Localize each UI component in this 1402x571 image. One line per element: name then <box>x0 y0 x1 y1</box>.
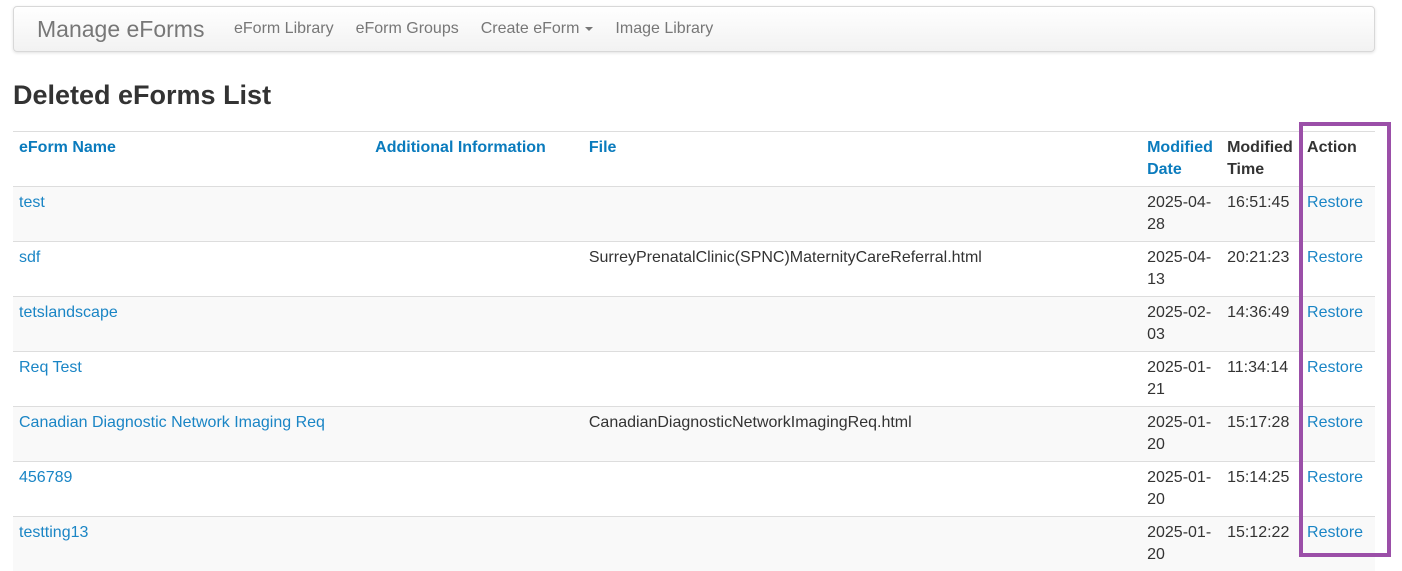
restore-link[interactable]: Restore <box>1307 194 1363 211</box>
file-cell <box>583 297 1141 352</box>
table-row: 456789 2025-01-20 15:14:25 Restore <box>13 462 1375 517</box>
additional-info-cell <box>369 517 583 571</box>
modified-date-cell: 2025-01-21 <box>1141 352 1221 407</box>
additional-info-cell <box>369 462 583 517</box>
modified-time-cell: 11:34:14 <box>1221 352 1301 407</box>
nav-image-library[interactable]: Image Library <box>604 20 724 38</box>
modified-date-cell: 2025-02-03 <box>1141 297 1221 352</box>
nav-eform-library[interactable]: eForm Library <box>223 20 345 38</box>
file-cell: CanadianDiagnosticNetworkImagingReq.html <box>583 407 1141 462</box>
restore-link[interactable]: Restore <box>1307 414 1363 431</box>
eform-name-link[interactable]: 456789 <box>19 469 72 486</box>
modified-time-cell: 15:17:28 <box>1221 407 1301 462</box>
additional-info-cell <box>369 187 583 242</box>
restore-link[interactable]: Restore <box>1307 304 1363 321</box>
page-title: Deleted eForms List <box>13 80 271 111</box>
additional-info-cell <box>369 352 583 407</box>
additional-info-cell <box>369 242 583 297</box>
deleted-eforms-table: eForm Name Additional Information File M… <box>13 131 1375 571</box>
nav-eform-groups[interactable]: eForm Groups <box>345 20 470 38</box>
file-cell <box>583 462 1141 517</box>
sort-eform-name-header[interactable]: eForm Name <box>13 132 369 187</box>
restore-link[interactable]: Restore <box>1307 524 1363 541</box>
nav-create-eform-label: Create eForm <box>481 20 580 38</box>
modified-date-cell: 2025-01-20 <box>1141 517 1221 571</box>
sort-additional-info-header[interactable]: Additional Information <box>369 132 583 187</box>
additional-info-cell <box>369 407 583 462</box>
modified-time-cell: 20:21:23 <box>1221 242 1301 297</box>
table-row: Canadian Diagnostic Network Imaging Req … <box>13 407 1375 462</box>
action-header: Action <box>1301 132 1375 187</box>
navbar-brand[interactable]: Manage eForms <box>37 16 204 43</box>
modified-date-cell: 2025-01-20 <box>1141 407 1221 462</box>
modified-time-cell: 14:36:49 <box>1221 297 1301 352</box>
restore-link[interactable]: Restore <box>1307 249 1363 266</box>
modified-date-cell: 2025-04-13 <box>1141 242 1221 297</box>
table-row: tetslandscape 2025-02-03 14:36:49 Restor… <box>13 297 1375 352</box>
sort-modified-date-header[interactable]: ModifiedDate <box>1141 132 1221 187</box>
sort-file-header[interactable]: File <box>583 132 1141 187</box>
modified-time-header: ModifiedTime <box>1221 132 1301 187</box>
table-row: Req Test 2025-01-21 11:34:14 Restore <box>13 352 1375 407</box>
modified-date-cell: 2025-04-28 <box>1141 187 1221 242</box>
modified-time-cell: 15:12:22 <box>1221 517 1301 571</box>
eform-name-link[interactable]: Canadian Diagnostic Network Imaging Req <box>19 414 325 431</box>
table-header-row: eForm Name Additional Information File M… <box>13 132 1375 187</box>
additional-info-cell <box>369 297 583 352</box>
file-cell <box>583 517 1141 571</box>
nav-create-eform-dropdown[interactable]: Create eForm <box>470 20 605 38</box>
top-navbar: Manage eForms eForm Library eForm Groups… <box>13 6 1375 52</box>
eform-name-link[interactable]: test <box>19 194 45 211</box>
eform-name-link[interactable]: sdf <box>19 249 40 266</box>
modified-time-cell: 15:14:25 <box>1221 462 1301 517</box>
eform-name-link[interactable]: tetslandscape <box>19 304 118 321</box>
nav-items: eForm Library eForm Groups Create eForm … <box>223 7 724 51</box>
table-row: sdf SurreyPrenatalClinic(SPNC)MaternityC… <box>13 242 1375 297</box>
file-cell <box>583 352 1141 407</box>
restore-link[interactable]: Restore <box>1307 359 1363 376</box>
restore-link[interactable]: Restore <box>1307 469 1363 486</box>
modified-time-cell: 16:51:45 <box>1221 187 1301 242</box>
table-row: testting13 2025-01-20 15:12:22 Restore <box>13 517 1375 571</box>
eform-name-link[interactable]: testting13 <box>19 524 88 541</box>
file-cell <box>583 187 1141 242</box>
caret-down-icon <box>585 27 593 31</box>
modified-date-cell: 2025-01-20 <box>1141 462 1221 517</box>
table-row: test 2025-04-28 16:51:45 Restore <box>13 187 1375 242</box>
eform-name-link[interactable]: Req Test <box>19 359 82 376</box>
file-cell: SurreyPrenatalClinic(SPNC)MaternityCareR… <box>583 242 1141 297</box>
